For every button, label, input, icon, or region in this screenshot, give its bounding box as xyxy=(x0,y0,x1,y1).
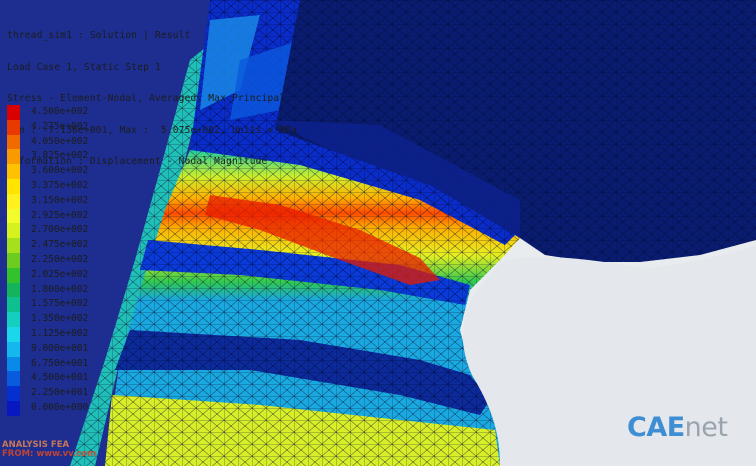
legend-row: 1.575e+002 xyxy=(7,297,103,313)
legend-label: 3.825e+002 xyxy=(31,150,89,162)
legend-swatch xyxy=(7,208,20,224)
legend-row: 1.800e+002 xyxy=(7,282,103,298)
legend-swatch xyxy=(7,326,20,342)
info-line: Load Case 1, Static Step 1 xyxy=(7,61,161,73)
legend-label: 3.150e+002 xyxy=(31,194,89,206)
info-line: thread_sim1 : Solution | Result xyxy=(7,30,191,41)
legend-label: 9.000e+001 xyxy=(31,342,89,354)
legend-swatch xyxy=(7,134,20,150)
legend-row: 2.925e+002 xyxy=(7,208,103,224)
legend-row: 3.150e+002 xyxy=(7,193,103,209)
legend-swatch xyxy=(7,223,20,239)
legend-label: 3.375e+002 xyxy=(31,179,89,191)
legend-label: 2.250e+001 xyxy=(31,387,89,399)
legend-row: 4.050e+002 xyxy=(7,134,103,150)
legend-swatch xyxy=(7,400,20,416)
legend-swatch xyxy=(7,238,20,253)
legend-swatch xyxy=(7,386,20,401)
caenet-logo: CAEnet xyxy=(627,412,728,443)
watermark: ANALYSIS FEA FROM: www.vv.com xyxy=(2,441,96,459)
legend-label: 6.750e+001 xyxy=(31,357,89,369)
legend-row: 2.700e+002 xyxy=(7,223,103,239)
legend-row: 0.000e+000 xyxy=(7,400,103,416)
legend-swatch xyxy=(7,119,20,135)
legend-swatch xyxy=(7,297,20,313)
legend-label: 4.275e+002 xyxy=(31,120,89,132)
legend-row: 3.825e+002 xyxy=(7,149,103,165)
legend-row: 9.000e+001 xyxy=(7,341,103,357)
legend-swatch xyxy=(7,312,20,327)
legend-swatch xyxy=(7,164,20,179)
legend-label: 3.600e+002 xyxy=(31,165,89,177)
legend-label: 2.925e+002 xyxy=(31,209,89,221)
legend-label: 1.125e+002 xyxy=(31,327,89,339)
legend-label: 4.050e+002 xyxy=(31,135,89,147)
legend-label: 2.025e+002 xyxy=(31,268,89,280)
watermark-line: FROM: www.vv.com xyxy=(2,449,96,459)
legend-label: 2.250e+002 xyxy=(31,253,89,265)
legend-label: 1.350e+002 xyxy=(31,313,89,325)
legend-swatch xyxy=(7,178,20,194)
legend-swatch xyxy=(7,267,20,283)
legend-swatch xyxy=(7,371,20,387)
legend-row: 1.350e+002 xyxy=(7,312,103,327)
legend-row: 3.600e+002 xyxy=(7,164,103,179)
legend-row: 2.250e+002 xyxy=(7,252,103,268)
info-line: Stress - Element-Nodal, Averaged, Max Pr… xyxy=(7,93,286,104)
legend-swatch xyxy=(7,149,20,165)
legend-label: 4.500e+002 xyxy=(31,106,89,117)
legend-label: 1.575e+002 xyxy=(31,298,89,310)
color-legend: 4.500e+002 4.275e+002 4.050e+002 3.825e+002… xyxy=(7,105,103,416)
legend-swatch xyxy=(7,105,20,120)
legend-swatch xyxy=(7,252,20,268)
legend-row: 2.475e+002 xyxy=(7,238,103,253)
legend-swatch xyxy=(7,193,20,209)
legend-swatch xyxy=(7,282,20,298)
legend-row: 2.025e+002 xyxy=(7,267,103,283)
legend-row: 4.500e+002 xyxy=(7,105,103,120)
logo-part: net xyxy=(684,412,728,443)
legend-label: 2.475e+002 xyxy=(31,239,89,251)
legend-label: 2.700e+002 xyxy=(31,224,89,236)
legend-row: 1.125e+002 xyxy=(7,326,103,342)
legend-row: 6.750e+001 xyxy=(7,356,103,372)
legend-label: 4.500e+001 xyxy=(31,372,89,384)
legend-label: 0.000e+000 xyxy=(31,401,89,413)
legend-swatch xyxy=(7,356,20,372)
legend-row: 4.275e+002 xyxy=(7,119,103,135)
legend-swatch xyxy=(7,341,20,357)
logo-part: CAE xyxy=(627,412,685,443)
legend-row: 2.250e+001 xyxy=(7,386,103,401)
legend-row: 4.500e+001 xyxy=(7,371,103,387)
legend-label: 1.800e+002 xyxy=(31,283,89,295)
legend-row: 3.375e+002 xyxy=(7,178,103,194)
